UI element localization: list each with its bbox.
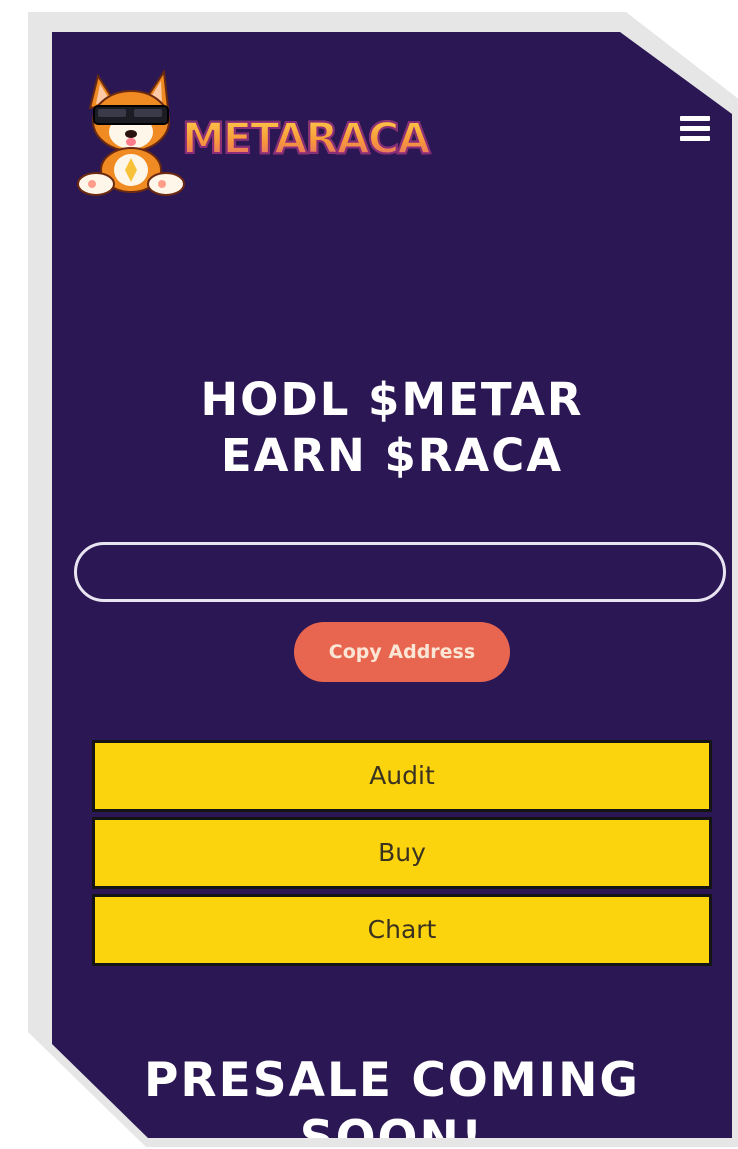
- hero-headline: HODL $METAR EARN $RACA: [52, 372, 732, 484]
- hero-line-1: HODL $METAR: [200, 373, 584, 426]
- page: METARACA HODL $METAR EARN $RACA Copy Add…: [0, 0, 738, 1149]
- screen: METARACA HODL $METAR EARN $RACA Copy Add…: [52, 32, 732, 1138]
- contract-address-field[interactable]: [74, 542, 726, 602]
- hamburger-menu-icon[interactable]: [678, 116, 714, 148]
- audit-button[interactable]: Audit: [92, 740, 712, 812]
- action-buttons: Audit Buy Chart: [92, 740, 712, 971]
- brand-wordmark[interactable]: METARACA: [181, 113, 432, 165]
- corgi-mascot-logo-icon[interactable]: [76, 66, 186, 198]
- chart-button[interactable]: Chart: [92, 894, 712, 966]
- buy-button[interactable]: Buy: [92, 817, 712, 889]
- hero-line-2: EARN $RACA: [220, 429, 564, 482]
- copy-address-button[interactable]: Copy Address: [294, 622, 510, 682]
- presale-banner: PRESALE COMING SOON!: [143, 1053, 640, 1138]
